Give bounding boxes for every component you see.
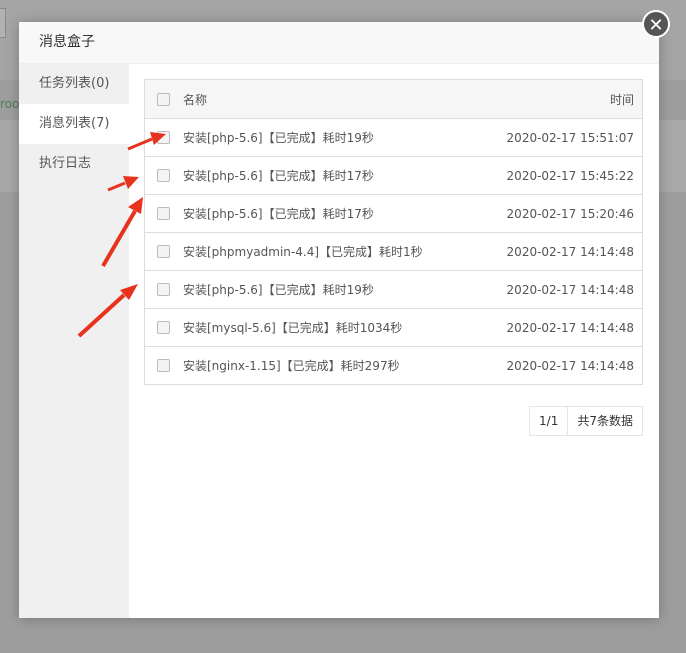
row-checkbox[interactable] [156, 207, 170, 220]
sidebar-item-messages[interactable]: 消息列表(7) [19, 104, 129, 144]
modal-title: 消息盒子 [19, 22, 659, 64]
table-row: 安装[php-5.6]【已完成】耗时17秒 2020-02-17 15:45:2… [145, 156, 642, 194]
row-checkbox[interactable] [156, 321, 170, 334]
table-row: 安装[phpmyadmin-4.4]【已完成】耗时1秒 2020-02-17 1… [145, 232, 642, 270]
table-header-row: 名称 时间 [145, 80, 642, 118]
message-box-modal: 消息盒子 任务列表(0) 消息列表(7) 执行日志 名称 时间 安装[php-5… [19, 22, 659, 618]
row-name: 安装[php-5.6]【已完成】耗时19秒 [183, 283, 374, 297]
table-row: 安装[php-5.6]【已完成】耗时19秒 2020-02-17 15:51:0… [145, 118, 642, 156]
row-time: 2020-02-17 15:51:07 [506, 130, 634, 145]
page-indicator[interactable]: 1/1 [529, 406, 569, 436]
background-input-edge [0, 8, 6, 38]
row-checkbox[interactable] [156, 131, 170, 144]
pagination: 1/1 共7条数据 [529, 406, 643, 436]
row-name: 安装[php-5.6]【已完成】耗时17秒 [183, 207, 374, 221]
sidebar-item-tasks[interactable]: 任务列表(0) [19, 64, 129, 104]
table-row: 安装[php-5.6]【已完成】耗时17秒 2020-02-17 15:20:4… [145, 194, 642, 232]
row-checkbox[interactable] [156, 245, 170, 258]
row-checkbox[interactable] [156, 359, 170, 372]
table-row: 安装[nginx-1.15]【已完成】耗时297秒 2020-02-17 14:… [145, 346, 642, 384]
select-all-checkbox[interactable] [156, 92, 170, 106]
sidebar-item-logs[interactable]: 执行日志 [19, 144, 129, 184]
message-list-panel: 名称 时间 安装[php-5.6]【已完成】耗时19秒 2020-02-17 1… [144, 79, 644, 436]
row-time: 2020-02-17 15:20:46 [506, 206, 634, 221]
row-time: 2020-02-17 14:14:48 [506, 358, 634, 373]
row-name: 安装[php-5.6]【已完成】耗时17秒 [183, 169, 374, 183]
table-row: 安装[mysql-5.6]【已完成】耗时1034秒 2020-02-17 14:… [145, 308, 642, 346]
message-table: 名称 时间 安装[php-5.6]【已完成】耗时19秒 2020-02-17 1… [144, 79, 643, 385]
row-time: 2020-02-17 14:14:48 [506, 320, 634, 335]
row-name: 安装[nginx-1.15]【已完成】耗时297秒 [183, 359, 400, 373]
row-checkbox[interactable] [156, 283, 170, 296]
close-icon[interactable]: ✕ [642, 10, 670, 38]
row-checkbox[interactable] [156, 169, 170, 182]
header-name: 名称 [183, 92, 208, 107]
total-count: 共7条数据 [568, 406, 643, 436]
row-name: 安装[php-5.6]【已完成】耗时19秒 [183, 131, 374, 145]
row-time: 2020-02-17 14:14:48 [506, 244, 634, 259]
row-name: 安装[mysql-5.6]【已完成】耗时1034秒 [183, 321, 403, 335]
header-time: 时间 [609, 92, 634, 107]
modal-sidebar: 任务列表(0) 消息列表(7) 执行日志 [19, 64, 129, 618]
background-partial-text: roo [0, 97, 20, 111]
table-row: 安装[php-5.6]【已完成】耗时19秒 2020-02-17 14:14:4… [145, 270, 642, 308]
row-time: 2020-02-17 14:14:48 [506, 282, 634, 297]
row-name: 安装[phpmyadmin-4.4]【已完成】耗时1秒 [183, 245, 423, 259]
row-time: 2020-02-17 15:45:22 [506, 168, 634, 183]
